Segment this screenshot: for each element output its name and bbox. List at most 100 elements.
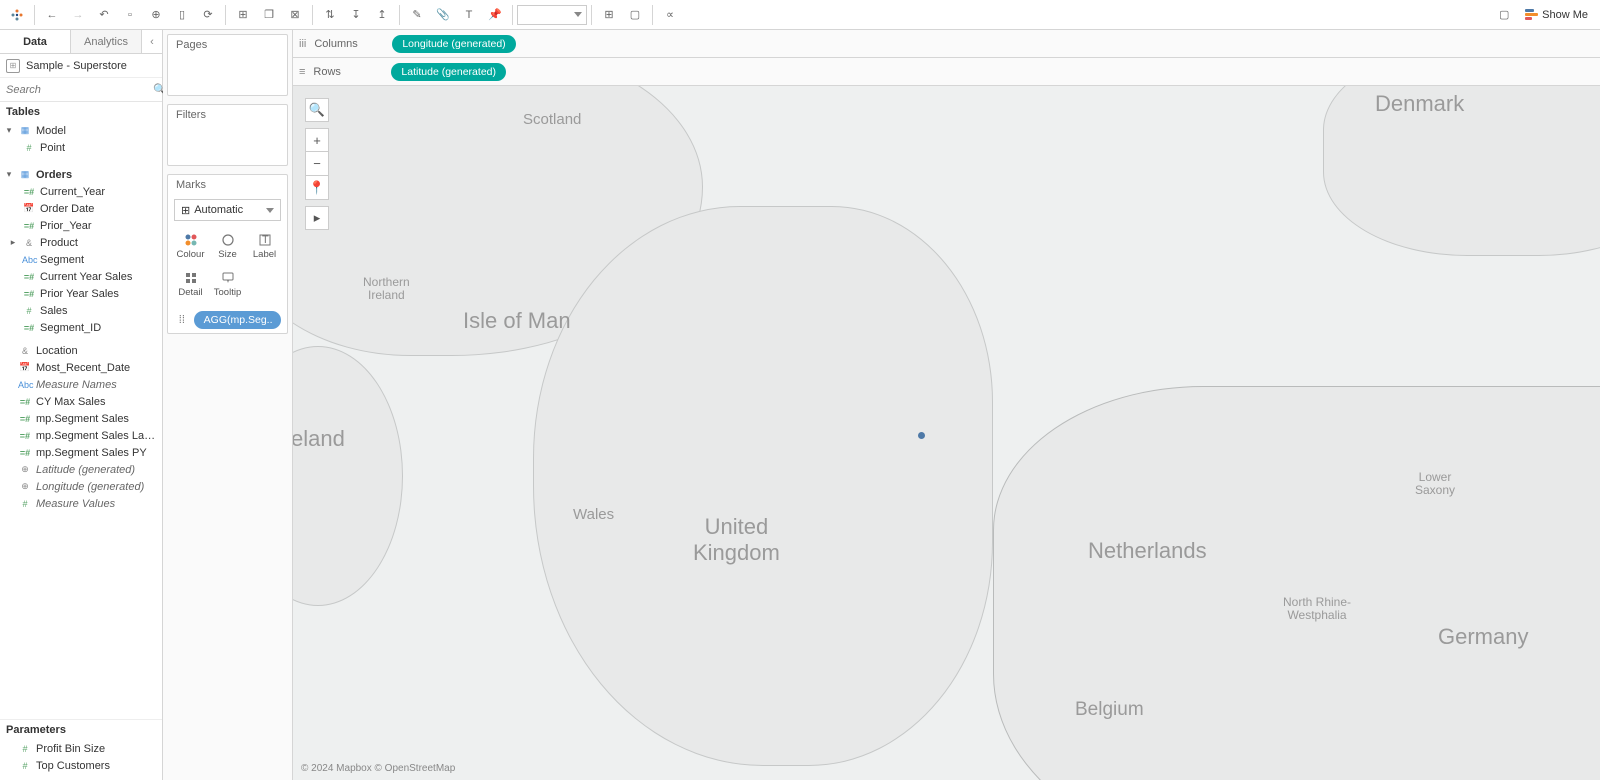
field-measure-values[interactable]: #Measure Values bbox=[0, 495, 162, 512]
highlight-button[interactable]: ✎ bbox=[404, 2, 430, 28]
show-cards-button[interactable]: ⊞ bbox=[596, 2, 622, 28]
field-location[interactable]: &Location bbox=[0, 342, 162, 359]
folder-orders[interactable]: ▾▦Orders bbox=[0, 166, 162, 183]
zoom-in-button[interactable]: + bbox=[305, 128, 329, 152]
field-product[interactable]: ▸&Product bbox=[0, 234, 162, 251]
tables-header: Tables bbox=[0, 102, 162, 122]
cards-column: Pages Filters Marks ⊞ Automatic Colour S… bbox=[163, 30, 293, 780]
columns-shelf[interactable]: iii Columns Longitude (generated) bbox=[293, 30, 1600, 58]
map-label: Denmark bbox=[1375, 91, 1464, 117]
detail-icon: ⁞⁞ bbox=[174, 312, 190, 328]
data-sidebar: Data Analytics ‹ ⊞ Sample - Superstore 🔍… bbox=[0, 30, 163, 780]
map-label: Belgium bbox=[1075, 699, 1144, 721]
field-prior-year[interactable]: =#Prior_Year bbox=[0, 217, 162, 234]
rows-icon: ≡ bbox=[299, 66, 305, 78]
field-cy-sales[interactable]: =#Current Year Sales bbox=[0, 268, 162, 285]
map-label: UnitedKingdom bbox=[693, 514, 780, 566]
map-tools-button[interactable]: ▸ bbox=[305, 206, 329, 230]
caret-down-icon bbox=[574, 12, 582, 17]
zoom-home-button[interactable]: 📍 bbox=[305, 176, 329, 200]
mark-detail-pill[interactable]: ⁞⁞ AGG(mp.Seg.. bbox=[174, 311, 281, 329]
field-current-year[interactable]: =#Current_Year bbox=[0, 183, 162, 200]
filters-shelf[interactable]: Filters bbox=[167, 104, 288, 166]
folder-model[interactable]: ▾▦Model bbox=[0, 122, 162, 139]
back-button[interactable]: ← bbox=[39, 2, 65, 28]
field-segment-id[interactable]: =#Segment_ID bbox=[0, 319, 162, 336]
forward-button[interactable]: → bbox=[65, 2, 91, 28]
parameters-header: Parameters bbox=[0, 719, 162, 740]
rows-pill[interactable]: Latitude (generated) bbox=[391, 63, 506, 81]
pause-button[interactable]: ▯ bbox=[169, 2, 195, 28]
show-me-button[interactable]: Show Me bbox=[1517, 9, 1596, 21]
map-label: Isle of Man bbox=[463, 308, 571, 334]
map-attribution: © 2024 Mapbox © OpenStreetMap bbox=[301, 763, 455, 774]
field-mp-seg-sales[interactable]: =#mp.Segment Sales bbox=[0, 410, 162, 427]
sort-desc-button[interactable]: ↥ bbox=[369, 2, 395, 28]
totals-button[interactable]: T bbox=[456, 2, 482, 28]
share-button[interactable]: ∝ bbox=[657, 2, 683, 28]
undo-button[interactable]: ↶ bbox=[91, 2, 117, 28]
datasource-name: Sample - Superstore bbox=[26, 60, 127, 72]
field-py-sales[interactable]: =#Prior Year Sales bbox=[0, 285, 162, 302]
size-button[interactable]: Size bbox=[209, 227, 246, 265]
map-label: North Rhine-Westphalia bbox=[1283, 596, 1351, 622]
field-measure-names[interactable]: AbcMeasure Names bbox=[0, 376, 162, 393]
field-segment[interactable]: AbcSegment bbox=[0, 251, 162, 268]
swap-button[interactable]: ⇅ bbox=[317, 2, 343, 28]
presentation-button[interactable]: ▢ bbox=[622, 2, 648, 28]
pages-shelf[interactable]: Pages bbox=[167, 34, 288, 96]
colour-button[interactable]: Colour bbox=[172, 227, 209, 265]
mark-type-dropdown[interactable]: ⊞ Automatic bbox=[174, 199, 281, 221]
tab-data[interactable]: Data bbox=[0, 30, 71, 53]
pin-button[interactable]: 📌 bbox=[482, 2, 508, 28]
main-toolbar: ← → ↶ ▫ ⊕ ▯ ⟳ ⊞ ❐ ⊠ ⇅ ↧ ↥ ✎ 📎 T 📌 ⊞ ▢ ∝ … bbox=[0, 0, 1600, 30]
collapse-sidebar-button[interactable]: ‹ bbox=[142, 30, 162, 53]
columns-pill[interactable]: Longitude (generated) bbox=[392, 35, 515, 53]
auto-icon: ⊞ bbox=[181, 204, 190, 217]
field-order-date[interactable]: 📅Order Date bbox=[0, 200, 162, 217]
field-lat-gen[interactable]: ⊕Latitude (generated) bbox=[0, 461, 162, 478]
field-mp-seg-py[interactable]: =#mp.Segment Sales PY bbox=[0, 444, 162, 461]
marks-card: Marks ⊞ Automatic Colour Size TLabel Det… bbox=[167, 174, 288, 334]
marks-title: Marks bbox=[168, 175, 287, 195]
field-lon-gen[interactable]: ⊕Longitude (generated) bbox=[0, 478, 162, 495]
tooltip-button[interactable]: Tooltip bbox=[209, 265, 246, 303]
map-view[interactable]: Denmark Scotland NorthernIreland Isle of… bbox=[293, 86, 1600, 780]
detail-button[interactable]: Detail bbox=[172, 265, 209, 303]
map-label: NorthernIreland bbox=[363, 276, 410, 302]
columns-icon: iii bbox=[299, 38, 306, 50]
map-label: Scotland bbox=[523, 111, 581, 128]
show-me-label: Show Me bbox=[1542, 9, 1588, 21]
param-top-customers[interactable]: #Top Customers bbox=[0, 757, 162, 774]
zoom-out-button[interactable]: − bbox=[305, 152, 329, 176]
field-mp-seg-label[interactable]: =#mp.Segment Sales Label bbox=[0, 427, 162, 444]
map-label: Germany bbox=[1438, 624, 1528, 650]
new-data-button[interactable]: ⊕ bbox=[143, 2, 169, 28]
fit-dropdown[interactable] bbox=[517, 5, 587, 25]
refresh-button[interactable]: ⟳ bbox=[195, 2, 221, 28]
tab-analytics[interactable]: Analytics bbox=[71, 30, 142, 53]
label-button[interactable]: TLabel bbox=[246, 227, 283, 265]
save-button[interactable]: ▫ bbox=[117, 2, 143, 28]
field-sales[interactable]: #Sales bbox=[0, 302, 162, 319]
new-worksheet-button[interactable]: ⊞ bbox=[230, 2, 256, 28]
map-search-button[interactable]: 🔍 bbox=[305, 98, 329, 122]
group-button[interactable]: 📎 bbox=[430, 2, 456, 28]
fields-tree: ▾▦Model #Point ▾▦Orders =#Current_Year 📅… bbox=[0, 122, 162, 719]
map-label: LowerSaxony bbox=[1415, 471, 1455, 497]
param-profit-bin[interactable]: #Profit Bin Size bbox=[0, 740, 162, 757]
field-point[interactable]: #Point bbox=[0, 139, 162, 156]
guide-button[interactable]: ▢ bbox=[1491, 2, 1517, 28]
map-label: Netherlands bbox=[1088, 538, 1207, 564]
rows-shelf[interactable]: ≡ Rows Latitude (generated) bbox=[293, 58, 1600, 86]
svg-text:T: T bbox=[262, 234, 269, 246]
data-point[interactable] bbox=[918, 432, 925, 439]
search-input[interactable] bbox=[2, 84, 153, 96]
sort-asc-button[interactable]: ↧ bbox=[343, 2, 369, 28]
datasource-row[interactable]: ⊞ Sample - Superstore bbox=[0, 54, 162, 78]
show-me-icon bbox=[1525, 9, 1538, 20]
duplicate-button[interactable]: ❐ bbox=[256, 2, 282, 28]
field-most-recent[interactable]: 📅Most_Recent_Date bbox=[0, 359, 162, 376]
field-cy-max[interactable]: =#CY Max Sales bbox=[0, 393, 162, 410]
clear-button[interactable]: ⊠ bbox=[282, 2, 308, 28]
